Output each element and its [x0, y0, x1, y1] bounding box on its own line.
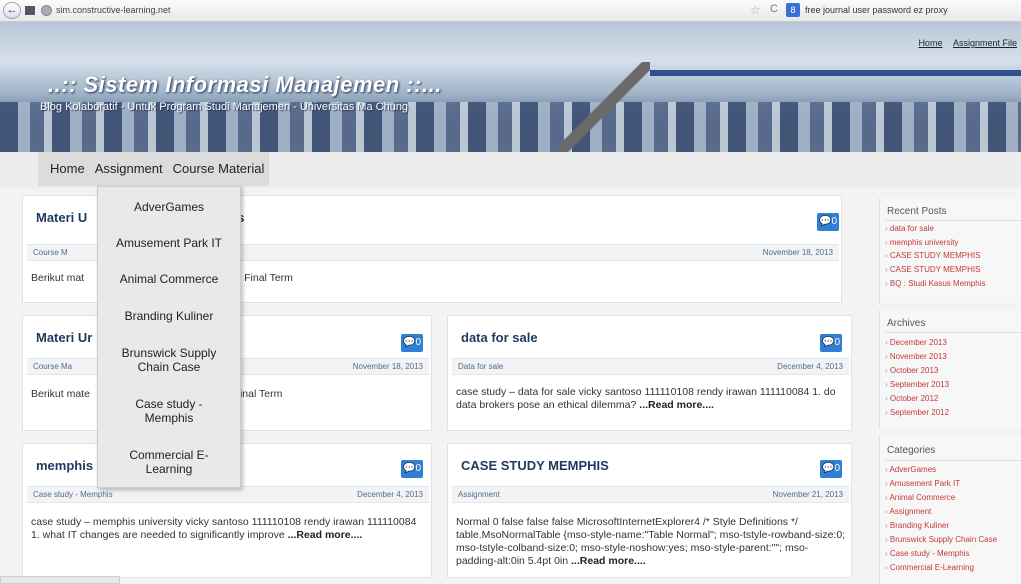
top-link-assignment-file[interactable]: Assignment File	[953, 38, 1017, 48]
post-title[interactable]: CASE STUDY MEMPHIS	[461, 458, 609, 473]
post-date: November 18, 2013	[762, 248, 833, 257]
comment-count-badge[interactable]: 💬0	[401, 460, 423, 478]
recent-posts-widget: Recent Posts data for sale memphis unive…	[879, 198, 1021, 303]
post-category[interactable]: Data for sale	[458, 359, 503, 375]
post-meta: Assignment November 21, 2013	[452, 486, 849, 503]
category-link[interactable]: AdverGames	[885, 465, 936, 474]
post-excerpt: case study – data for sale vicky santoso…	[456, 386, 836, 411]
widget-title: Recent Posts	[887, 206, 947, 217]
browser-toolbar: ← sim.constructive-learning.net ☆ C 8 fr…	[0, 0, 1021, 22]
archive-link[interactable]: September 2013	[885, 380, 949, 389]
categories-widget: Categories AdverGames Amusement Park IT …	[879, 436, 1021, 584]
archive-link[interactable]: October 2013	[885, 366, 938, 375]
dropdown-item-commercial-e-learning[interactable]: Commercial E-Learning	[119, 448, 219, 476]
post-date: December 4, 2013	[357, 490, 423, 499]
dropdown-item-branding-kuliner[interactable]: Branding Kuliner	[98, 309, 240, 323]
recent-post-link[interactable]: BQ : Studi Kasus Memphis	[885, 279, 986, 288]
post-title[interactable]: memphis	[36, 458, 93, 473]
nav-item-assignment[interactable]: Assignment	[90, 152, 168, 186]
comment-count-badge[interactable]: 💬0	[820, 334, 842, 352]
post-card: CASE STUDY MEMPHIS 💬0 Assignment Novembe…	[447, 443, 852, 578]
top-link-home[interactable]: Home	[918, 38, 942, 48]
dropdown-item-advergames[interactable]: AdverGames	[98, 200, 240, 214]
archives-widget: Archives December 2013 November 2013 Oct…	[879, 310, 1021, 428]
category-link[interactable]: Amusement Park IT	[885, 479, 960, 488]
recent-post-link[interactable]: data for sale	[885, 224, 934, 233]
address-bar[interactable]: sim.constructive-learning.net	[56, 5, 171, 15]
dropdown-item-case-study-memphis[interactable]: Case study - Memphis	[119, 397, 219, 425]
dropdown-item-amusement-park-it[interactable]: Amusement Park IT	[98, 236, 240, 250]
bookmarks-icon[interactable]	[25, 6, 35, 15]
post-date: December 4, 2013	[777, 362, 843, 371]
widget-title: Archives	[887, 318, 926, 329]
post-category[interactable]: Course Ma	[33, 359, 72, 375]
banner-roof-image	[560, 62, 650, 152]
category-link[interactable]: Branding Kuliner	[885, 521, 949, 530]
divider	[885, 220, 1021, 221]
back-arrow-icon[interactable]: ←	[3, 2, 21, 19]
recent-post-link[interactable]: CASE STUDY MEMPHIS	[885, 265, 981, 274]
archive-link[interactable]: September 2012	[885, 408, 949, 417]
post-meta: Data for sale December 4, 2013	[452, 358, 849, 375]
google-search-icon[interactable]: 8	[786, 3, 800, 17]
post-excerpt: Normal 0 false false false MicrosoftInte…	[456, 516, 846, 567]
comment-count-badge[interactable]: 💬0	[817, 213, 839, 231]
comment-count-badge[interactable]: 💬0	[820, 460, 842, 478]
browser-search-input[interactable]: free journal user password ez proxy	[805, 5, 948, 15]
site-title[interactable]: ..:: Sistem Informasi Manajemen ::...	[48, 72, 442, 98]
divider	[885, 460, 1021, 461]
read-more-link[interactable]: ...Read more....	[288, 529, 363, 541]
post-excerpt: case study – memphis university vicky sa…	[31, 516, 417, 541]
category-link[interactable]: Case study - Memphis	[885, 549, 970, 558]
widget-title: Categories	[887, 445, 936, 456]
banner-stripe	[650, 70, 1021, 76]
archive-link[interactable]: November 2013	[885, 352, 947, 361]
category-link[interactable]: Assignment	[885, 507, 931, 516]
post-date: November 21, 2013	[772, 490, 843, 499]
globe-icon	[41, 5, 52, 16]
category-link[interactable]: Brunswick Supply Chain Case	[885, 535, 997, 544]
assignment-dropdown-menu: AdverGames Amusement Park IT Animal Comm…	[97, 186, 241, 488]
post-meta: Case study - Memphis December 4, 2013	[27, 486, 429, 503]
post-title[interactable]: Materi Ur	[36, 330, 92, 345]
top-links: Home Assignment File	[910, 38, 1017, 48]
post-category[interactable]: Case study - Memphis	[33, 487, 113, 503]
post-category[interactable]: Course M	[33, 245, 68, 261]
nav-item-course-material[interactable]: Course Material	[168, 152, 270, 186]
nav-item-home[interactable]: Home	[38, 152, 90, 186]
recent-post-link[interactable]: memphis university	[885, 238, 958, 247]
post-date: November 18, 2013	[352, 362, 423, 371]
browser-status-bar	[0, 576, 120, 584]
archive-link[interactable]: October 2012	[885, 394, 938, 403]
post-card: data for sale 💬0 Data for sale December …	[447, 315, 852, 431]
star-icon[interactable]: ☆	[750, 3, 761, 17]
archive-link[interactable]: December 2013	[885, 338, 947, 347]
main-navbar: Home Assignment Course Material	[0, 152, 1021, 188]
dropdown-item-animal-commerce[interactable]: Animal Commerce	[98, 272, 240, 286]
category-link[interactable]: Commercial E-Learning	[885, 563, 974, 572]
comment-count-badge[interactable]: 💬0	[401, 334, 423, 352]
recent-post-link[interactable]: CASE STUDY MEMPHIS	[885, 251, 981, 260]
category-link[interactable]: Animal Commerce	[885, 493, 955, 502]
post-title[interactable]: data for sale	[461, 330, 538, 345]
main-menu: Home Assignment Course Material	[38, 152, 270, 186]
site-banner: ..:: Sistem Informasi Manajemen ::... Bl…	[0, 22, 1021, 152]
read-more-link[interactable]: ...Read more....	[571, 555, 646, 567]
post-category[interactable]: Assignment	[458, 487, 500, 503]
dropdown-item-brunswick-supply-chain-case[interactable]: Brunswick Supply Chain Case	[119, 346, 219, 374]
read-more-link[interactable]: ...Read more....	[639, 399, 714, 411]
site-subtitle: Blog Kolaboratif - Untuk Program Studi M…	[40, 101, 409, 113]
reload-icon[interactable]: C	[770, 3, 778, 15]
divider	[885, 332, 1021, 333]
